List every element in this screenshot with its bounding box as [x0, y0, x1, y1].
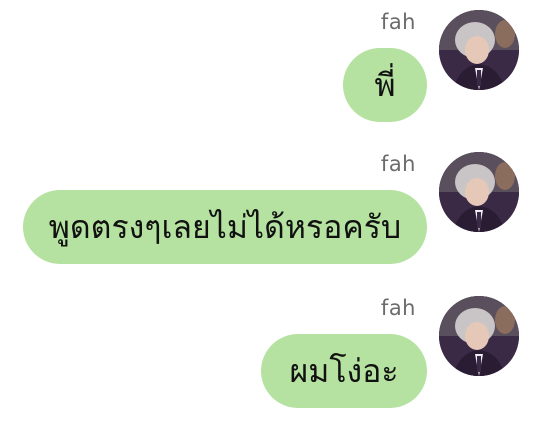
message-bubble[interactable]: ผมโง่อะ — [261, 334, 427, 408]
message-bubble[interactable]: พูดตรงๆเลยไม่ได้หรอครับ — [23, 190, 427, 264]
avatar[interactable] — [439, 10, 519, 90]
message-bubble[interactable]: พี่ — [343, 48, 427, 122]
sender-name: fah — [380, 296, 416, 320]
message-row: fah ผมโง่อะ — [0, 286, 547, 416]
message-row: fah พี่ — [0, 0, 547, 130]
message-row: fah พูดตรงๆเลยไม่ได้หรอครับ — [0, 142, 547, 272]
avatar[interactable] — [439, 296, 519, 376]
avatar[interactable] — [439, 152, 519, 232]
avatar-photo-icon — [439, 296, 519, 376]
sender-name: fah — [380, 152, 416, 176]
sender-name: fah — [380, 10, 416, 34]
avatar-photo-icon — [439, 152, 519, 232]
avatar-photo-icon — [439, 10, 519, 90]
